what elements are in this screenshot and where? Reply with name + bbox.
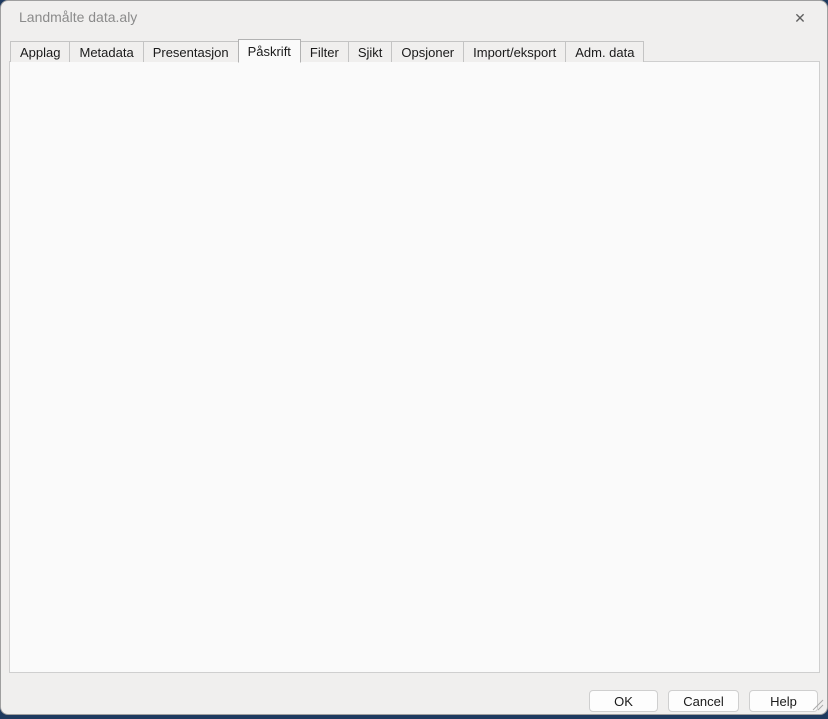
tab-paaskrift[interactable]: Påskrift — [238, 39, 301, 63]
tab-adm-data[interactable]: Adm. data — [565, 41, 644, 62]
tab-page — [9, 61, 820, 673]
cancel-button[interactable]: Cancel — [668, 690, 739, 712]
tab-applag[interactable]: Applag — [10, 41, 70, 62]
help-button[interactable]: Help — [749, 690, 818, 712]
ok-button[interactable]: OK — [589, 690, 658, 712]
tab-opsjoner[interactable]: Opsjoner — [391, 41, 464, 62]
window-title: Landmålte data.aly — [19, 9, 137, 25]
tab-metadata[interactable]: Metadata — [69, 41, 143, 62]
close-icon[interactable]: ✕ — [781, 5, 819, 31]
dialog-window: Landmålte data.aly ✕ Applag Metadata Pre… — [0, 0, 828, 715]
tab-strip: Applag Metadata Presentasjon Påskrift Fi… — [10, 38, 643, 62]
tab-import-eksport[interactable]: Import/eksport — [463, 41, 566, 62]
tab-presentasjon[interactable]: Presentasjon — [143, 41, 239, 62]
resize-grip[interactable] — [810, 697, 824, 711]
tab-sjikt[interactable]: Sjikt — [348, 41, 393, 62]
tab-filter[interactable]: Filter — [300, 41, 349, 62]
titlebar: Landmålte data.aly ✕ — [1, 1, 827, 33]
